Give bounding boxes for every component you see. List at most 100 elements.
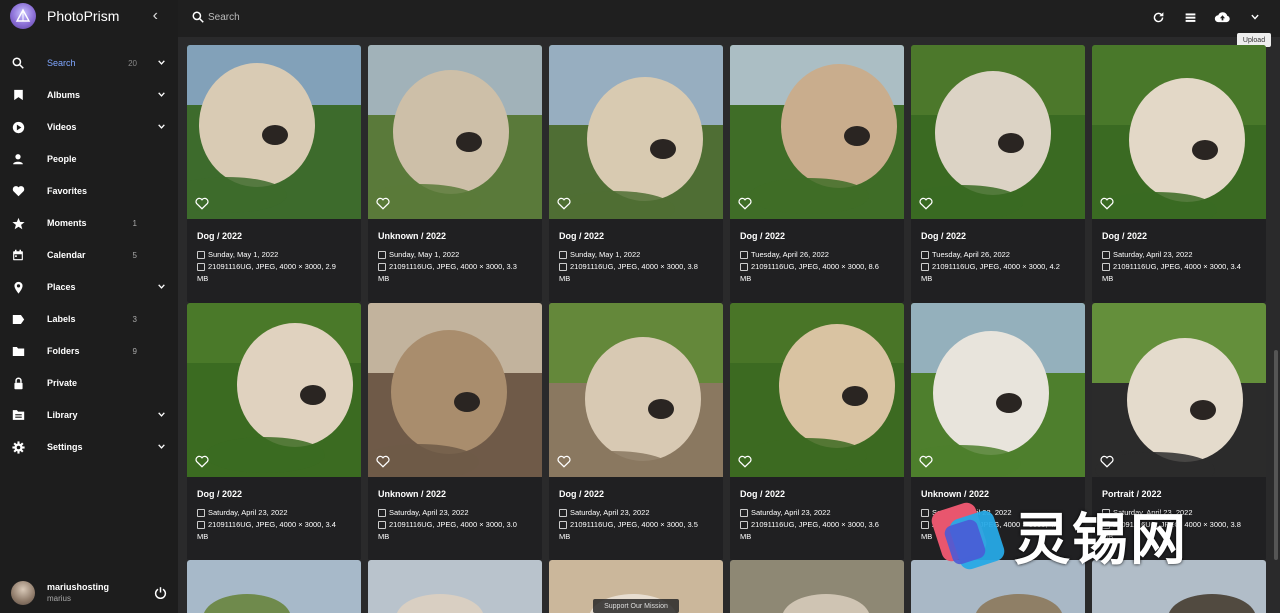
sidebar-item-labels[interactable]: Labels 3	[0, 303, 178, 335]
photo-date: Saturday, April 23, 2022	[570, 508, 650, 517]
chevron-down-icon[interactable]	[157, 280, 166, 294]
search-input[interactable]	[208, 8, 508, 26]
photo-date-row: Saturday, April 23, 2022	[378, 507, 532, 519]
photo-size-row: MB	[197, 273, 351, 285]
sidebar-item-label: Places	[47, 282, 76, 292]
favorite-heart-icon[interactable]	[1100, 197, 1114, 211]
photo-card[interactable]: Dog / 2022 Sunday, May 1, 2022 21091116UG,…	[187, 45, 361, 303]
photo-thumbnail[interactable]	[368, 303, 542, 480]
chevron-down-icon[interactable]	[157, 440, 166, 454]
sidebar-item-label: Moments	[47, 218, 87, 228]
favorite-heart-icon[interactable]	[919, 455, 933, 469]
sidebar: PhotoPrism ‹ Search 20 Albums Videos People F…	[0, 0, 178, 613]
favorite-heart-icon[interactable]	[195, 455, 209, 469]
photo-thumbnail[interactable]	[187, 303, 361, 477]
chevron-down-icon[interactable]	[157, 56, 166, 70]
photo-title[interactable]: Unknown / 2022	[378, 231, 532, 241]
expand-menu-button[interactable]	[1246, 8, 1264, 26]
photo-info: Dog / 2022 Saturday, April 23, 2022 210911…	[730, 477, 904, 561]
collapse-sidebar-icon[interactable]: ‹	[153, 7, 158, 25]
upload-button[interactable]	[1213, 8, 1231, 26]
app-root: PhotoPrism ‹ Search 20 Albums Videos People F…	[0, 0, 1280, 613]
chevron-down-icon[interactable]	[157, 120, 166, 134]
photo-date-row: Saturday, April 23, 2022	[559, 507, 713, 519]
sidebar-item-favorites[interactable]: Favorites	[0, 175, 178, 207]
library-icon	[11, 408, 25, 422]
favorite-heart-icon[interactable]	[376, 197, 390, 211]
photo-title[interactable]: Dog / 2022	[921, 231, 1075, 241]
sidebar-item-places[interactable]: Places	[0, 271, 178, 303]
photo-title[interactable]: Unknown / 2022	[378, 489, 532, 499]
sidebar-item-videos[interactable]: Videos	[0, 111, 178, 143]
photo-thumbnail[interactable]	[187, 45, 361, 219]
camera-icon	[740, 263, 748, 271]
photo-thumbnail[interactable]	[730, 303, 904, 477]
favorite-heart-icon[interactable]	[557, 455, 571, 469]
sidebar-item-people[interactable]: People	[0, 143, 178, 175]
favorite-heart-icon[interactable]	[376, 455, 390, 469]
sidebar-item-folders[interactable]: Folders 9	[0, 335, 178, 367]
view-list-button[interactable]	[1181, 8, 1199, 26]
photo-title[interactable]: Dog / 2022	[1102, 231, 1256, 241]
photo-image	[730, 560, 904, 613]
photo-card[interactable]: Dog / 2022 Tuesday, April 26, 2022 2109111…	[911, 45, 1085, 303]
photo-thumbnail[interactable]	[549, 45, 723, 227]
photo-size-row: MB	[559, 273, 713, 285]
camera-icon	[559, 263, 567, 271]
chevron-down-icon[interactable]	[157, 88, 166, 102]
sidebar-item-calendar[interactable]: Calendar 5	[0, 239, 178, 271]
photo-card[interactable]: Dog / 2022 Saturday, April 23, 2022 210911…	[549, 303, 723, 561]
photo-card[interactable]: Dog / 2022 Tuesday, April 26, 2022 2109111…	[730, 45, 904, 303]
photo-title[interactable]: Dog / 2022	[559, 231, 713, 241]
photo-info: Unknown / 2022 Sunday, May 1, 2022 2109111…	[368, 219, 542, 303]
favorite-heart-icon[interactable]	[557, 197, 571, 211]
favorite-heart-icon[interactable]	[738, 197, 752, 211]
user-account[interactable]: mariushosting marius	[0, 573, 178, 613]
photo-file-row: 21091116UG, JPEG, 4000 × 3000, 3.3	[378, 261, 532, 273]
refresh-button[interactable]	[1149, 8, 1167, 26]
scrollbar[interactable]	[1274, 350, 1278, 560]
photo-card[interactable]	[368, 560, 542, 613]
photo-title[interactable]: Dog / 2022	[740, 231, 894, 241]
power-icon[interactable]	[154, 586, 167, 604]
photo-thumbnail[interactable]	[911, 303, 1085, 481]
support-link[interactable]: Support Our Mission	[593, 599, 679, 613]
photo-card[interactable]	[187, 560, 361, 613]
calendar-icon	[921, 251, 929, 259]
photo-card[interactable]: Dog / 2022 Sunday, May 1, 2022 21091116UG,…	[549, 45, 723, 303]
favorite-heart-icon[interactable]	[195, 197, 209, 211]
photo-thumbnail[interactable]	[1092, 45, 1266, 228]
photo-title[interactable]: Dog / 2022	[740, 489, 894, 499]
photo-image	[730, 303, 904, 477]
photo-card[interactable]: Dog / 2022 Saturday, April 23, 2022 210911…	[187, 303, 361, 561]
favorite-heart-icon[interactable]	[738, 455, 752, 469]
photo-card[interactable]: Dog / 2022 Saturday, April 23, 2022 210911…	[730, 303, 904, 561]
photo-title[interactable]: Dog / 2022	[197, 231, 351, 241]
photo-card[interactable]: Dog / 2022 Saturday, April 23, 2022 210911…	[1092, 45, 1266, 303]
sidebar-item-moments[interactable]: Moments 1	[0, 207, 178, 239]
photo-thumbnail[interactable]	[1092, 303, 1266, 488]
calendar-icon	[740, 251, 748, 259]
sidebar-item-settings[interactable]: Settings	[0, 431, 178, 463]
brand[interactable]: PhotoPrism ‹	[0, 0, 178, 32]
photo-thumbnail[interactable]	[911, 45, 1085, 221]
photo-image	[368, 303, 542, 480]
favorite-heart-icon[interactable]	[1100, 455, 1114, 469]
calendar-icon	[11, 248, 25, 262]
photo-thumbnail[interactable]	[730, 45, 904, 219]
sidebar-item-search[interactable]: Search 20	[0, 47, 178, 79]
photo-thumbnail[interactable]	[368, 45, 542, 220]
sidebar-item-library[interactable]: Library	[0, 399, 178, 431]
photo-title[interactable]: Dog / 2022	[197, 489, 351, 499]
photo-thumbnail[interactable]	[549, 303, 723, 487]
photo-card[interactable]: Unknown / 2022 Saturday, April 23, 2022 21…	[368, 303, 542, 561]
chevron-down-icon[interactable]	[157, 408, 166, 422]
camera-icon	[197, 521, 205, 529]
photo-card[interactable]: Unknown / 2022 Sunday, May 1, 2022 2109111…	[368, 45, 542, 303]
sidebar-item-private[interactable]: Private	[0, 367, 178, 399]
heart-icon	[11, 184, 25, 198]
favorite-heart-icon[interactable]	[919, 197, 933, 211]
sidebar-item-albums[interactable]: Albums	[0, 79, 178, 111]
photo-title[interactable]: Dog / 2022	[559, 489, 713, 499]
photo-card[interactable]	[730, 560, 904, 613]
